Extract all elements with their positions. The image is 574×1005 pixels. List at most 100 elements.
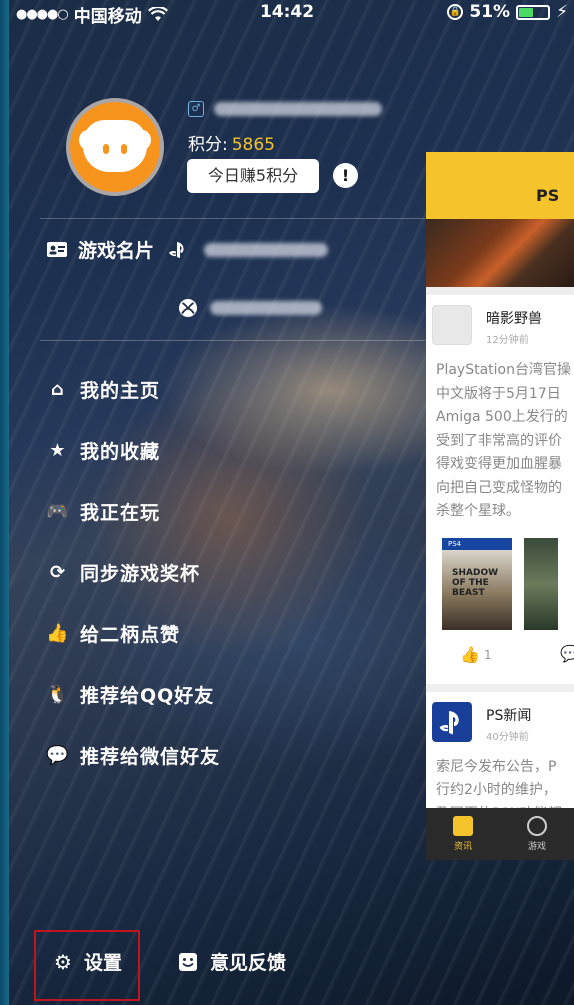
main-content-peek[interactable]: PS 暗影野兽 12分钟前 PlayStation台湾官操 中文版将于5月17日…: [426, 152, 574, 860]
avatar-ear: [133, 130, 151, 150]
post-line: 向把自己变成怪物的: [436, 479, 562, 496]
like-icon[interactable]: 👍: [460, 645, 480, 664]
menu-item-label: 我的主页: [80, 380, 161, 402]
menu-item-home[interactable]: ⌂ 我的主页: [46, 359, 220, 420]
game-card-label: 游戏名片: [78, 240, 155, 262]
status-right: 🔒 51% ⚡: [447, 2, 568, 22]
tab-label: 游戏: [527, 842, 546, 852]
gender-icon: ♂: [188, 101, 204, 117]
battery-fill: [519, 7, 534, 17]
menu-item-share-wechat[interactable]: 💬 推荐给微信好友: [46, 725, 220, 786]
menu-item-like-app[interactable]: 👍 给二柄点赞: [46, 603, 220, 664]
post-line: 杀整个星球。: [436, 503, 520, 519]
gear-icon: ⚙: [54, 949, 72, 974]
battery-percent: 51%: [469, 2, 511, 22]
post-line: 索尼今发布公告，P: [436, 758, 557, 775]
avatar[interactable]: [66, 98, 164, 196]
comment-icon[interactable]: 💬: [560, 644, 574, 663]
feedback-smile-icon: [179, 952, 197, 971]
like-count: 1: [484, 647, 492, 662]
status-bar: ●●●●○ 中国移动 14:42 🔒 51% ⚡: [0, 0, 574, 27]
points-row: 积分: 5865: [188, 130, 275, 155]
post-image-cover[interactable]: PS4 SHADOW OF THE BEAST: [442, 537, 513, 630]
disc-icon: [527, 816, 547, 836]
post-avatar: [432, 305, 472, 345]
menu-item-favorites[interactable]: ★ 我的收藏: [46, 420, 220, 481]
avatar-eye: [103, 144, 109, 154]
post-line: 中文版将于5月17日: [436, 385, 561, 402]
cover-title: SHADOW OF THE BEAST: [452, 567, 499, 598]
divider: [40, 340, 425, 341]
menu-item-sync-trophies[interactable]: ⟳ 同步游戏奖杯: [46, 542, 220, 603]
feed-post[interactable]: 暗影野兽 12分钟前 PlayStation台湾官操 中文版将于5月17日 Am…: [426, 295, 574, 684]
settings-button[interactable]: ⚙ 设置: [54, 948, 122, 975]
banner-image[interactable]: [426, 219, 574, 287]
orientation-lock-icon: 🔒: [447, 4, 464, 20]
news-icon: [453, 816, 473, 836]
points-label: 积分:: [188, 135, 228, 155]
menu-item-label: 我正在玩: [80, 502, 161, 524]
menu-item-label: 推荐给微信好友: [80, 746, 221, 768]
post-line: 得戏变得更加血腥暴: [436, 456, 562, 472]
charging-icon: ⚡: [556, 2, 568, 22]
wechat-icon: 💬: [46, 745, 70, 766]
post-time: 40分钟前: [486, 731, 529, 743]
xbox-row[interactable]: [178, 298, 322, 318]
gamepad-icon: 🎮: [46, 501, 70, 522]
qq-icon: 🐧: [46, 684, 70, 705]
bottom-tab-bar: 资讯 游戏: [426, 808, 574, 860]
post-author: PS新闻: [486, 707, 532, 724]
panel-header: PS: [426, 152, 574, 219]
post-header: PS新闻 40分钟前: [426, 692, 574, 752]
earn-points-button[interactable]: 今日赚5积分: [187, 159, 319, 193]
avatar-ear: [79, 130, 97, 150]
star-icon: ★: [49, 440, 67, 461]
post-line: Amiga 500上发行的: [436, 409, 568, 425]
separator: [426, 287, 574, 295]
xbox-id-blurred: [210, 301, 322, 315]
playstation-logo-avatar: [432, 701, 472, 742]
menu-item-label: 我的收藏: [80, 441, 161, 463]
divider: [40, 218, 425, 219]
points-value: 5865: [231, 135, 275, 155]
battery-icon: [516, 4, 551, 20]
tab-games[interactable]: 游戏: [500, 808, 574, 860]
ps4-badge: PS4: [442, 537, 513, 550]
post-image-second[interactable]: [524, 537, 558, 630]
post-footer: 👍 1 💬: [426, 630, 574, 684]
home-icon: ⌂: [51, 379, 65, 400]
post-line: 受到了非常高的评价: [436, 432, 562, 449]
avatar-face: [79, 120, 151, 172]
menu-item-label: 推荐给QQ好友: [80, 685, 215, 707]
thumbs-up-icon: 👍: [46, 623, 70, 644]
panel-header-title: PS: [536, 186, 560, 205]
id-card-icon: [47, 242, 67, 257]
username-blurred: [214, 102, 382, 116]
feedback-button[interactable]: 意见反馈: [178, 948, 286, 975]
avatar-eye: [121, 144, 127, 154]
separator: [426, 683, 574, 692]
post-author: 暗影野兽: [486, 311, 542, 327]
tab-news[interactable]: 资讯: [426, 808, 500, 860]
post-header: 暗影野兽 12分钟前: [426, 295, 574, 355]
post-time: 12分钟前: [486, 335, 529, 346]
psn-id-blurred: [204, 242, 329, 257]
settings-label: 设置: [83, 952, 122, 974]
menu-item-label: 同步游戏奖杯: [80, 563, 201, 585]
playstation-icon: [439, 710, 459, 734]
feedback-label: 意见反馈: [210, 952, 287, 974]
alert-icon[interactable]: !: [333, 163, 358, 188]
menu-item-share-qq[interactable]: 🐧 推荐给QQ好友: [46, 664, 220, 725]
menu-item-playing[interactable]: 🎮 我正在玩: [46, 481, 220, 542]
post-line: PlayStation台湾官操: [436, 362, 571, 378]
post-body: PlayStation台湾官操 中文版将于5月17日 Amiga 500上发行的…: [426, 355, 574, 528]
playstation-icon: [169, 241, 184, 258]
post-images: PS4 SHADOW OF THE BEAST: [426, 528, 574, 630]
post-line: 行约2小时的维护，: [436, 782, 557, 798]
xbox-icon: [179, 299, 197, 317]
sync-icon: ⟳: [49, 562, 67, 583]
side-menu: ⌂ 我的主页 ★ 我的收藏 🎮 我正在玩 ⟳ 同步游戏奖杯 👍 给二柄点赞 🐧 推荐给QQ好…: [46, 359, 220, 786]
username-row: ♂: [188, 101, 382, 117]
game-card-row[interactable]: 游戏名片: [46, 236, 329, 263]
menu-item-label: 给二柄点赞: [80, 624, 181, 646]
